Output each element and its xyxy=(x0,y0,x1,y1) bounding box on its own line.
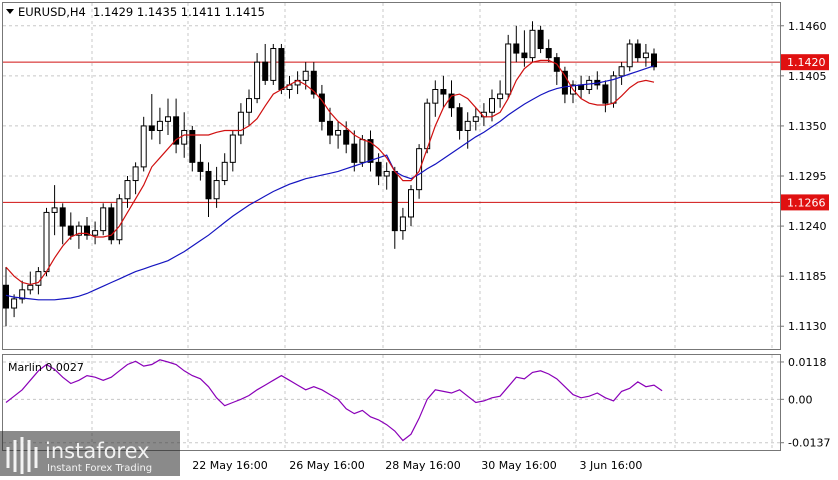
symbol-title: EURUSD,H4 xyxy=(18,5,86,19)
x-tick-label: 28 May 16:00 xyxy=(385,459,460,472)
candle-bull xyxy=(489,98,495,113)
x-tick-label: 26 May 16:00 xyxy=(289,459,364,472)
candle-bull xyxy=(626,43,633,68)
candle-bull xyxy=(472,116,479,122)
y-tick-label: 1.1240 xyxy=(788,220,827,233)
candle-bull xyxy=(100,207,107,232)
candle-bull xyxy=(618,66,625,77)
candle-bear xyxy=(634,43,641,59)
price-level-label: 1.1266 xyxy=(787,196,826,209)
y-tick-label: 1.1460 xyxy=(788,20,827,33)
candle-bull xyxy=(132,166,139,182)
watermark-brand: instaforex xyxy=(45,439,150,463)
x-tick-label: 3 Jun 16:00 xyxy=(580,459,643,472)
x-tick-label: 30 May 16:00 xyxy=(481,459,556,472)
oscillator-y-axis: 0.0118 0.00 -0.0137 xyxy=(780,356,830,450)
candle-bull xyxy=(156,120,163,131)
candle-bull xyxy=(124,180,131,200)
candle-bull xyxy=(497,93,504,100)
y-tick-label: 1.1130 xyxy=(788,320,827,333)
candle-bear xyxy=(651,53,657,68)
oscillator-label: Marlin 0.0027 xyxy=(8,361,84,374)
candle-bull xyxy=(399,216,406,232)
candle-bull xyxy=(270,48,277,81)
candle-bear xyxy=(278,48,285,90)
candle-bull xyxy=(416,148,423,191)
y-tick-label: 1.1350 xyxy=(788,120,827,133)
x-axis: 22 May 16:00 26 May 16:00 28 May 16:00 30 M… xyxy=(192,459,642,472)
candle-bull xyxy=(586,79,593,90)
y-tick-label: 1.1295 xyxy=(788,170,827,183)
candle-bull xyxy=(464,120,471,131)
candle-bear xyxy=(537,29,544,50)
candle-bull xyxy=(11,298,18,309)
candle-bear xyxy=(391,170,398,232)
watermark-logo: instaforex Instant Forex Trading xyxy=(0,431,180,476)
candle-bull xyxy=(116,198,123,241)
candle-bull xyxy=(359,139,366,163)
candle-bear xyxy=(197,161,204,172)
candle-bear xyxy=(375,161,382,177)
candle-bear xyxy=(59,207,66,227)
y-tick-label: 1.1405 xyxy=(788,70,827,83)
candle-bull xyxy=(51,207,58,213)
candle-bull xyxy=(246,98,252,113)
candle-bear xyxy=(602,84,609,104)
candle-bull xyxy=(335,129,342,136)
candle-bull xyxy=(254,61,261,100)
candle-bull xyxy=(237,111,244,136)
candle-bear xyxy=(440,89,447,95)
watermark-tagline: Instant Forex Trading xyxy=(47,463,152,474)
ohlc-readout: 1.1429 1.1435 1.1411 1.1415 xyxy=(93,5,265,19)
price-level-label: 1.1420 xyxy=(787,56,826,69)
candle-bull xyxy=(505,43,512,95)
candle-bull xyxy=(181,129,188,145)
candle-bear xyxy=(545,48,552,59)
y-tick-label: 1.1185 xyxy=(788,270,827,283)
candle-bull xyxy=(165,116,171,122)
x-tick-label: 22 May 16:00 xyxy=(192,459,267,472)
candle-bull xyxy=(302,70,309,81)
main-y-axis: 1.1460 1.1405 1.1350 1.1295 1.1240 1.1185 1.11… xyxy=(780,20,829,333)
candle-bull xyxy=(229,134,236,163)
candle-bear xyxy=(148,125,155,131)
candle-bull xyxy=(529,29,536,59)
candle-bull xyxy=(140,125,147,168)
candle-bull xyxy=(213,180,220,200)
candle-bear xyxy=(327,120,333,136)
candle-bear xyxy=(205,170,212,200)
candle-bull xyxy=(221,161,228,182)
osc-y-tick-label: 0.00 xyxy=(788,393,813,406)
candle-bull xyxy=(383,170,390,177)
candle-bull xyxy=(424,102,431,150)
candle-bear xyxy=(561,70,568,95)
candle-bear xyxy=(456,107,463,131)
candle-bear xyxy=(521,52,528,59)
candle-bear xyxy=(343,129,350,145)
candle-bull xyxy=(27,284,34,291)
candle-bull xyxy=(432,89,439,104)
chart-svg: 1.1460 1.1405 1.1350 1.1295 1.1240 1.1185 1.11… xyxy=(0,2,830,476)
candle-bear xyxy=(67,225,74,236)
osc-y-tick-label: -0.0137 xyxy=(788,437,830,450)
candle-bear xyxy=(3,284,9,309)
osc-y-tick-label: 0.0118 xyxy=(788,356,827,369)
candle-bear xyxy=(351,143,358,163)
chart-root: 1.1460 1.1405 1.1350 1.1295 1.1240 1.1185 1.11… xyxy=(0,0,838,476)
candle-bull xyxy=(642,52,649,59)
candle-bear xyxy=(513,43,520,54)
candle-bull xyxy=(408,189,414,218)
candle-bear xyxy=(262,61,269,81)
candle-bull xyxy=(43,211,50,273)
candle-bull xyxy=(92,230,99,236)
